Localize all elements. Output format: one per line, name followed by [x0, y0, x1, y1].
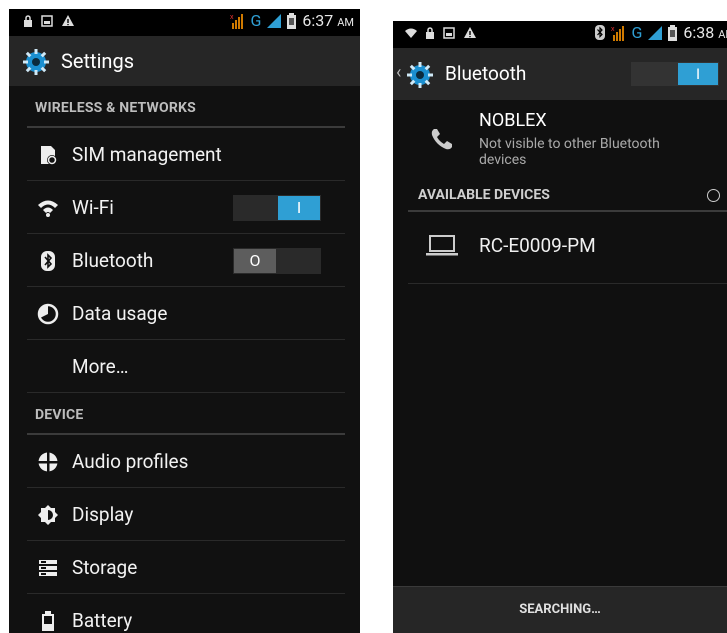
battery-status-icon [668, 24, 678, 41]
settings-item-display[interactable]: Display [9, 488, 360, 541]
signal-icon: x [611, 25, 625, 41]
back-chevron-icon[interactable]: ‹ [396, 62, 401, 83]
action-bar: ‹ Bluetooth I [393, 48, 727, 100]
bluetooth-panel: NOBLEX Not visible to other Bluetooth de… [393, 100, 727, 587]
lock-icon [24, 14, 32, 27]
svg-text:x: x [611, 26, 615, 33]
wifi-toggle[interactable]: I [233, 195, 321, 221]
data-usage-icon [37, 303, 59, 325]
phone-icon [431, 129, 452, 150]
clock: 6:38 AM [683, 23, 727, 42]
settings-screen: x G 6:37 AM Settings WIRELESS & NETWORKS… [9, 9, 360, 633]
network-type: G [631, 23, 643, 42]
settings-item-storage[interactable]: Storage [9, 541, 360, 594]
laptop-icon [426, 235, 458, 256]
bluetooth-toggle[interactable]: O [233, 248, 321, 274]
sim-icon [41, 146, 57, 165]
signal-strength-icon [267, 13, 282, 28]
settings-item-battery[interactable]: Battery [9, 594, 360, 633]
clock: 6:37 AM [302, 11, 354, 30]
warning-icon [464, 27, 476, 38]
bluetooth-screen: x G 6:38 AM ‹ Bluetooth I NOBLEX Not v [393, 21, 727, 633]
wifi-status-icon [405, 28, 417, 38]
section-header-available-devices: AVAILABLE DEVICES [393, 182, 727, 212]
settings-gear-icon[interactable] [407, 62, 433, 88]
settings-list: WIRELESS & NETWORKS SIM management Wi-Fi… [9, 86, 360, 633]
page-title: Bluetooth [445, 62, 527, 85]
settings-item-label: More… [72, 355, 129, 378]
lock-icon [426, 26, 434, 39]
section-header-device: DEVICE [9, 393, 360, 435]
network-type: G [250, 11, 262, 30]
settings-item-audio-profiles[interactable]: Audio profiles [9, 435, 360, 488]
svg-text:x: x [230, 14, 234, 21]
action-bar: Settings [9, 36, 360, 86]
settings-item-data-usage[interactable]: Data usage [9, 287, 360, 340]
page-title: Settings [61, 49, 135, 73]
settings-item-sim-management[interactable]: SIM management [9, 128, 360, 181]
settings-item-label: Storage [72, 556, 138, 579]
settings-item-more[interactable]: More… [9, 340, 360, 393]
settings-item-label: Wi-Fi [72, 196, 114, 219]
status-bar: x G 6:37 AM [9, 9, 360, 36]
settings-item-label: Bluetooth [72, 249, 154, 272]
signal-icon: x [230, 13, 244, 29]
signal-strength-icon [648, 25, 663, 40]
available-device-name: RC-E0009-PM [479, 234, 596, 257]
device-name: NOBLEX [479, 110, 547, 131]
settings-item-bluetooth[interactable]: Bluetooth O [9, 234, 360, 287]
battery-icon [42, 611, 54, 631]
status-bar: x G 6:38 AM [393, 21, 727, 48]
searching-button[interactable]: SEARCHING… [393, 586, 727, 633]
this-device-item[interactable]: NOBLEX Not visible to other Bluetooth de… [393, 100, 727, 176]
settings-item-label: Display [72, 503, 134, 526]
available-device-item[interactable]: RC-E0009-PM [393, 212, 727, 284]
settings-gear-icon[interactable] [23, 49, 49, 75]
settings-item-label: Battery [72, 609, 133, 632]
warning-icon [62, 15, 74, 26]
display-icon [38, 505, 58, 525]
image-notification-icon [443, 26, 455, 39]
settings-item-label: Audio profiles [72, 450, 189, 473]
settings-item-label: SIM management [72, 143, 222, 166]
bluetooth-icon [41, 251, 55, 271]
audio-profiles-icon [37, 451, 59, 473]
searching-spinner-icon [707, 189, 720, 202]
storage-icon [39, 560, 57, 576]
wifi-icon [38, 200, 58, 217]
section-header-wireless: WIRELESS & NETWORKS [9, 86, 360, 128]
image-notification-icon [41, 14, 53, 27]
bluetooth-master-toggle[interactable]: I [631, 62, 719, 86]
settings-item-wifi[interactable]: Wi-Fi I [9, 181, 360, 234]
battery-status-icon [287, 12, 297, 29]
bluetooth-status-icon [595, 25, 606, 40]
settings-item-label: Data usage [72, 302, 168, 325]
searching-label: SEARCHING… [519, 602, 601, 617]
device-visibility: Not visible to other Bluetooth devices [479, 136, 660, 168]
